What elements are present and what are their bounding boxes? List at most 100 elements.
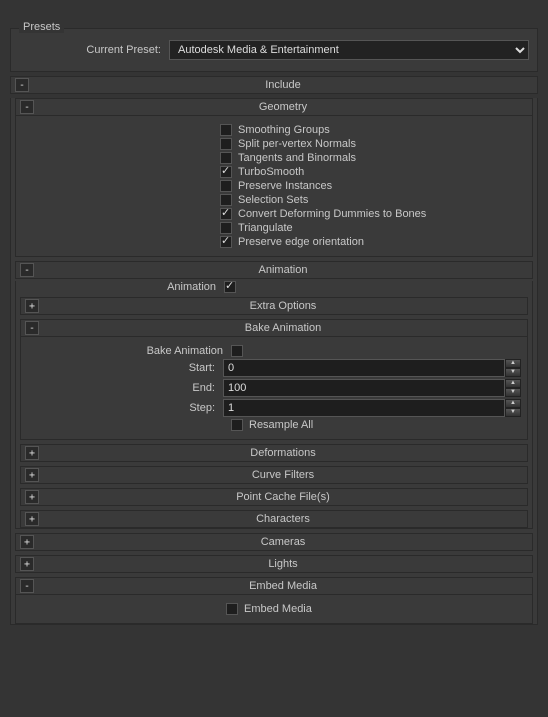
smoothing-groups-label: Smoothing Groups (238, 124, 330, 136)
characters-toggle[interactable]: + (25, 512, 39, 526)
start-spin-up[interactable]: ▲ (505, 359, 521, 368)
extra-options-toggle[interactable]: + (25, 299, 39, 313)
curve-filters-section: + Curve Filters (20, 466, 528, 484)
geometry-option-row: Smoothing Groups (16, 124, 526, 136)
geometry-option-row: Split per-vertex Normals (16, 138, 526, 150)
selection-sets-label: Selection Sets (238, 194, 308, 206)
geometry-option-row: Convert Deforming Dummies to Bones (16, 208, 526, 220)
bake-animation-section: - Bake Animation Bake Animation Start: (20, 319, 528, 440)
curve-filters-header[interactable]: + Curve Filters (20, 466, 528, 484)
geometry-option-row: Preserve Instances (16, 180, 526, 192)
animation-header[interactable]: - Animation (15, 261, 533, 279)
cameras-title: Cameras (34, 536, 532, 548)
geometry-option-row: Triangulate (16, 222, 526, 234)
start-input[interactable] (223, 359, 505, 377)
lights-toggle[interactable]: + (20, 557, 34, 571)
smoothing-groups-checkbox[interactable] (220, 124, 232, 136)
embed-media-section: - Embed Media Embed Media (15, 577, 533, 624)
bake-animation-title: Bake Animation (39, 322, 527, 334)
extra-options-title: Extra Options (39, 300, 527, 312)
deformations-title: Deformations (39, 447, 527, 459)
deformations-header[interactable]: + Deformations (20, 444, 528, 462)
step-spin-down[interactable]: ▼ (505, 408, 521, 417)
start-label: Start: (27, 362, 223, 374)
include-toggle[interactable]: - (15, 78, 29, 92)
include-section: - Include - Geometry Smoothing Groups Sp… (10, 76, 538, 625)
turbosmooth-label: TurboSmooth (238, 166, 304, 178)
step-spin-up[interactable]: ▲ (505, 399, 521, 408)
turbosmooth-checkbox[interactable] (220, 166, 232, 178)
embed-media-header[interactable]: - Embed Media (15, 577, 533, 595)
embed-media-title: Embed Media (34, 580, 532, 592)
cameras-section: + Cameras (15, 533, 533, 551)
presets-legend: Presets (19, 21, 64, 33)
current-preset-dropdown[interactable]: Autodesk Media & Entertainment (169, 40, 529, 60)
preserve-edge-checkbox[interactable] (220, 236, 232, 248)
animation-enable-checkbox[interactable] (224, 281, 236, 293)
point-cache-toggle[interactable]: + (25, 490, 39, 504)
geometry-option-row: TurboSmooth (16, 166, 526, 178)
cameras-header[interactable]: + Cameras (15, 533, 533, 551)
animation-enable-label: Animation (167, 281, 216, 293)
resample-label: Resample All (249, 419, 313, 431)
resample-row: Resample All (27, 419, 521, 431)
animation-section: - Animation Animation + Extra Options (15, 261, 533, 529)
bake-enable-checkbox[interactable] (231, 345, 243, 357)
include-header[interactable]: - Include (10, 76, 538, 94)
characters-section: + Characters (20, 510, 528, 528)
embed-media-checkbox[interactable] (226, 603, 238, 615)
curve-filters-title: Curve Filters (39, 469, 527, 481)
bake-animation-header[interactable]: - Bake Animation (20, 319, 528, 337)
resample-checkbox[interactable] (231, 419, 243, 431)
presets-group: Presets Current Preset: Autodesk Media &… (10, 28, 538, 72)
end-input[interactable] (223, 379, 505, 397)
split-normals-label: Split per-vertex Normals (238, 138, 356, 150)
embed-media-label: Embed Media (244, 603, 312, 615)
geometry-title: Geometry (34, 101, 532, 113)
preserve-instances-checkbox[interactable] (220, 180, 232, 192)
convert-dummies-checkbox[interactable] (220, 208, 232, 220)
selection-sets-checkbox[interactable] (220, 194, 232, 206)
extra-options-section: + Extra Options (20, 297, 528, 315)
start-spin-down[interactable]: ▼ (505, 368, 521, 377)
point-cache-section: + Point Cache File(s) (20, 488, 528, 506)
deformations-toggle[interactable]: + (25, 446, 39, 460)
geometry-toggle[interactable]: - (20, 100, 34, 114)
end-spin-down[interactable]: ▼ (505, 388, 521, 397)
animation-title: Animation (34, 264, 532, 276)
extra-options-header[interactable]: + Extra Options (20, 297, 528, 315)
current-preset-label: Current Preset: (19, 44, 169, 56)
geometry-option-row: Preserve edge orientation (16, 236, 526, 248)
tangents-label: Tangents and Binormals (238, 152, 356, 164)
animation-toggle[interactable]: - (20, 263, 34, 277)
bake-enable-row: Bake Animation (27, 345, 521, 357)
bake-animation-toggle[interactable]: - (25, 321, 39, 335)
lights-header[interactable]: + Lights (15, 555, 533, 573)
geometry-option-row: Selection Sets (16, 194, 526, 206)
preserve-edge-label: Preserve edge orientation (238, 236, 364, 248)
triangulate-checkbox[interactable] (220, 222, 232, 234)
cameras-toggle[interactable]: + (20, 535, 34, 549)
start-row: Start: ▲▼ (27, 359, 521, 377)
point-cache-header[interactable]: + Point Cache File(s) (20, 488, 528, 506)
embed-media-option-row: Embed Media (22, 603, 526, 615)
curve-filters-toggle[interactable]: + (25, 468, 39, 482)
end-spin-up[interactable]: ▲ (505, 379, 521, 388)
step-row: Step: ▲▼ (27, 399, 521, 417)
tangents-checkbox[interactable] (220, 152, 232, 164)
convert-dummies-label: Convert Deforming Dummies to Bones (238, 208, 426, 220)
step-input[interactable] (223, 399, 505, 417)
geometry-option-row: Tangents and Binormals (16, 152, 526, 164)
point-cache-title: Point Cache File(s) (39, 491, 527, 503)
animation-enable-row: Animation (20, 281, 528, 293)
step-label: Step: (27, 402, 223, 414)
geometry-header[interactable]: - Geometry (15, 98, 533, 116)
end-row: End: ▲▼ (27, 379, 521, 397)
split-normals-checkbox[interactable] (220, 138, 232, 150)
triangulate-label: Triangulate (238, 222, 293, 234)
characters-title: Characters (39, 513, 527, 525)
include-title: Include (29, 79, 537, 91)
embed-media-toggle[interactable]: - (20, 579, 34, 593)
characters-header[interactable]: + Characters (20, 510, 528, 528)
lights-title: Lights (34, 558, 532, 570)
